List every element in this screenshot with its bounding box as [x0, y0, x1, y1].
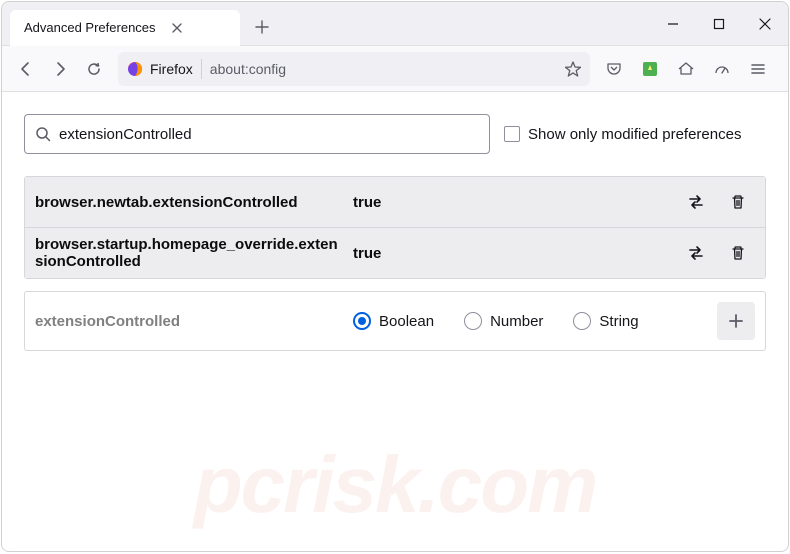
- search-row: Show only modified preferences: [24, 114, 766, 154]
- search-box: [24, 114, 490, 154]
- pref-row: browser.newtab.extensionControlled true: [25, 177, 765, 227]
- url-separator: [201, 59, 202, 79]
- titlebar: Advanced Preferences: [2, 2, 788, 46]
- modified-only-checkbox[interactable]: Show only modified preferences: [504, 126, 741, 143]
- pref-value: true: [353, 194, 671, 211]
- tab-title: Advanced Preferences: [24, 20, 156, 35]
- close-window-button[interactable]: [742, 2, 788, 46]
- pref-actions: [679, 185, 755, 219]
- toggle-button[interactable]: [679, 236, 713, 270]
- pref-actions: [679, 236, 755, 270]
- preferences-table: browser.newtab.extensionControlled true …: [24, 176, 766, 279]
- firefox-label: Firefox: [150, 61, 193, 77]
- pref-value: true: [353, 245, 671, 262]
- minimize-button[interactable]: [650, 2, 696, 46]
- pocket-button[interactable]: [598, 53, 630, 85]
- url-text: about:config: [210, 61, 556, 77]
- close-tab-icon[interactable]: [170, 21, 184, 35]
- pref-name[interactable]: browser.startup.homepage_override.extens…: [35, 236, 345, 270]
- search-input[interactable]: [59, 126, 479, 143]
- radio-number[interactable]: Number: [464, 312, 543, 330]
- pref-name[interactable]: browser.newtab.extensionControlled: [35, 194, 345, 211]
- window-frame: Advanced Preferences: [1, 1, 789, 552]
- dashboard-button[interactable]: [706, 53, 738, 85]
- extension-button[interactable]: [634, 53, 666, 85]
- window-controls: [650, 2, 788, 46]
- radio-boolean[interactable]: Boolean: [353, 312, 434, 330]
- radio-label: Number: [490, 313, 543, 330]
- search-icon: [35, 126, 51, 142]
- delete-button[interactable]: [721, 185, 755, 219]
- maximize-button[interactable]: [696, 2, 742, 46]
- checkbox-label: Show only modified preferences: [528, 126, 741, 143]
- firefox-icon: [126, 60, 144, 78]
- page-content: Show only modified preferences browser.n…: [2, 92, 788, 551]
- delete-button[interactable]: [721, 236, 755, 270]
- radio-icon: [573, 312, 591, 330]
- new-pref-row: extensionControlled Boolean Number Strin…: [24, 291, 766, 351]
- pref-row: browser.startup.homepage_override.extens…: [25, 227, 765, 278]
- radio-icon: [353, 312, 371, 330]
- new-pref-name: extensionControlled: [35, 313, 335, 330]
- radio-label: Boolean: [379, 313, 434, 330]
- menu-button[interactable]: [742, 53, 774, 85]
- reload-button[interactable]: [78, 53, 110, 85]
- toggle-button[interactable]: [679, 185, 713, 219]
- radio-icon: [464, 312, 482, 330]
- radio-label: String: [599, 313, 638, 330]
- radio-string[interactable]: String: [573, 312, 638, 330]
- new-tab-button[interactable]: [246, 11, 278, 43]
- firefox-identity: Firefox: [126, 60, 193, 78]
- forward-button[interactable]: [44, 53, 76, 85]
- toolbar: Firefox about:config: [2, 46, 788, 92]
- bookmark-star-icon[interactable]: [564, 60, 582, 78]
- browser-tab[interactable]: Advanced Preferences: [10, 10, 240, 46]
- watermark: pcrisk.com: [2, 439, 788, 531]
- toolbar-right-icons: [598, 53, 774, 85]
- checkbox-icon: [504, 126, 520, 142]
- add-pref-button[interactable]: [717, 302, 755, 340]
- type-radio-group: Boolean Number String: [343, 312, 709, 330]
- mail-button[interactable]: [670, 53, 702, 85]
- url-bar[interactable]: Firefox about:config: [118, 52, 590, 86]
- back-button[interactable]: [10, 53, 42, 85]
